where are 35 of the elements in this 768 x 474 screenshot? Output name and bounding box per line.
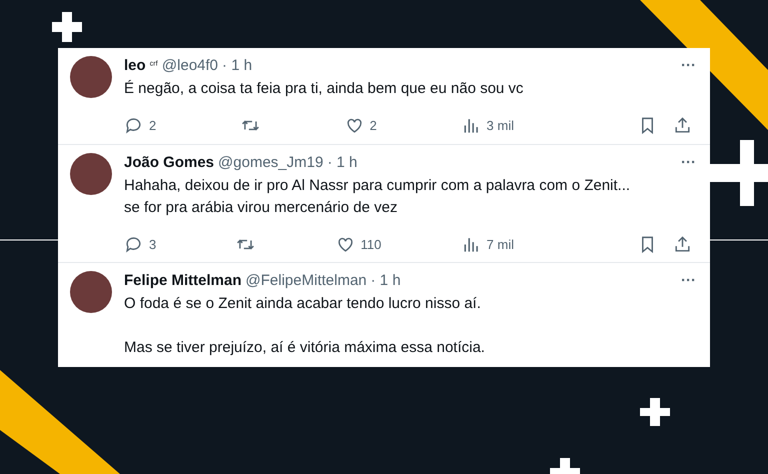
views-icon (462, 116, 481, 136)
reply-button[interactable]: 2 (124, 116, 156, 136)
like-button[interactable]: 2 (344, 116, 377, 136)
more-button[interactable]: ··· (681, 274, 696, 288)
tweet-text: Hahaha, deixou de ir pro Al Nassr para cumprir com a palavra com o Zenit... se for pra arábia virou mercenário de vez (124, 176, 632, 218)
avatar-photo[interactable] (70, 271, 112, 313)
reply-icon (124, 116, 143, 136)
tweet-text: O foda é se o Zenit ainda acabar tendo lucro nisso aí. (124, 294, 482, 314)
avatar-photo[interactable] (70, 56, 112, 98)
post-time: · 1 h (222, 56, 252, 76)
share-button[interactable] (673, 234, 692, 254)
share-button[interactable] (673, 116, 692, 136)
tweet-text: É negão, a coisa ta feia pra ti, ainda bem que eu não sou vc (124, 79, 524, 99)
post-time: · 1 h (370, 271, 401, 291)
views-button[interactable]: 3 mil (462, 116, 514, 136)
avatar-photo[interactable] (70, 152, 112, 194)
user-name[interactable]: Felipe Mittelman (124, 271, 242, 291)
user-handle[interactable]: @FelipeMittelman (246, 271, 367, 291)
more-button[interactable]: ··· (681, 59, 696, 73)
user-name[interactable]: João Gomes (124, 152, 214, 172)
user-tag-label: ᶜʳᶠ (150, 59, 158, 73)
cross-shape (52, 12, 82, 42)
user-handle[interactable]: @leo4f0 (162, 56, 218, 76)
user-name[interactable]: leo (124, 56, 146, 76)
more-button[interactable]: ··· (681, 156, 696, 170)
reply-button[interactable]: 3 (124, 234, 156, 254)
like-button[interactable]: 110 (336, 234, 382, 254)
views-button[interactable]: 7 mil (462, 234, 514, 254)
cross-shape (550, 458, 580, 474)
reply-icon (124, 234, 143, 254)
post-time: · 1 h (327, 152, 358, 172)
like-icon (344, 116, 364, 136)
user-handle[interactable]: @gomes_Jm19 (218, 152, 324, 172)
cross-shape (640, 398, 670, 426)
tweet-text: Mas se tiver prejuízo, aí é vitória máxima essa notícia. (124, 338, 486, 358)
